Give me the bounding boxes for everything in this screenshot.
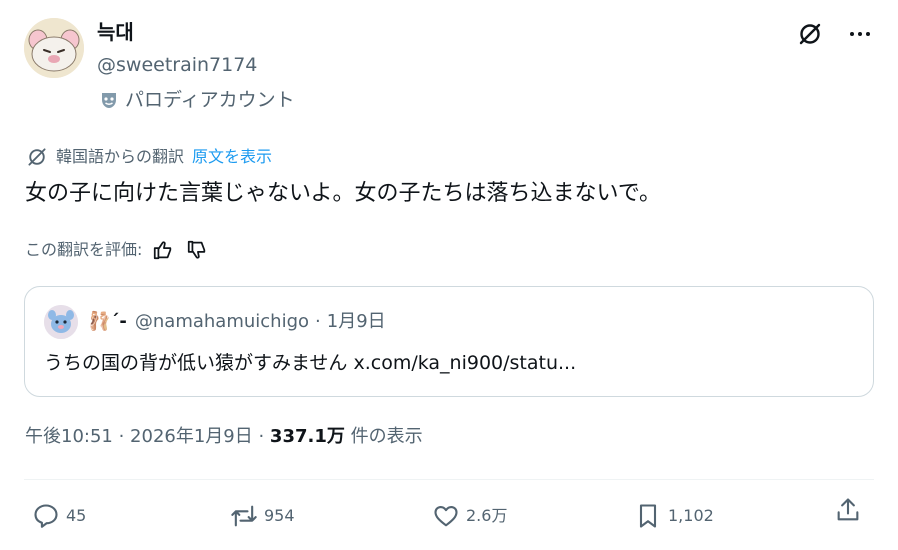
bookmark-button[interactable]: 1,102 (634, 496, 714, 536)
quoted-tweet-text: うちの国の背が低い猿がすみません x.com/ka_ni900/statu... (44, 352, 577, 374)
thumbs-down-icon[interactable] (184, 237, 210, 263)
rate-translation: この翻訳を評価: (25, 237, 210, 263)
bookmark-icon (639, 504, 657, 528)
heart-icon (434, 505, 458, 527)
reply-icon (34, 504, 58, 528)
quoted-separator: · (315, 311, 321, 332)
retweet-button[interactable]: 954 (230, 496, 295, 536)
grok-icon[interactable] (796, 20, 824, 48)
grok-translate-icon (28, 148, 46, 166)
translation-source: 韓国語からの翻訳 (56, 147, 185, 166)
view-label: 件の表示 (344, 426, 423, 447)
retweet-icon (231, 505, 257, 527)
view-count: 337.1万 (269, 426, 345, 447)
share-button[interactable] (834, 496, 862, 524)
like-button[interactable]: 2.6万 (432, 496, 507, 536)
tweet-text: 女の子に向けた言葉じゃないよ。女の子たちは落ち込まないで。 (25, 181, 662, 206)
show-original-link[interactable]: 原文を表示 (192, 146, 272, 168)
quoted-author-name: 🩰´- (88, 311, 127, 332)
parody-badge: パロディアカウント (99, 87, 295, 113)
divider (24, 479, 874, 480)
thumbs-up-icon[interactable] (150, 237, 176, 263)
like-count: 2.6万 (466, 506, 508, 525)
header-actions (796, 20, 874, 48)
translation-notice: 韓国語からの翻訳 原文を表示 (26, 146, 272, 168)
quoted-date: 1月9日 (326, 311, 386, 332)
reply-button[interactable]: 45 (32, 496, 86, 536)
avatar-plush-icon (44, 305, 78, 339)
rate-label: この翻訳を評価: (25, 240, 143, 259)
mask-icon (102, 93, 116, 108)
tweet-meta: 午後10:51 · 2026年1月9日 · 337.1万 件の表示 (25, 424, 423, 450)
quoted-author-handle: @namahamuichigo (134, 311, 310, 332)
quoted-author-avatar (44, 305, 78, 339)
retweet-count: 954 (264, 506, 295, 525)
more-options-icon[interactable] (846, 20, 874, 48)
share-icon (837, 498, 859, 521)
action-bar: 45 954 2.6万 1,102 (24, 496, 874, 536)
parody-label: パロディアカウント (125, 89, 295, 111)
quoted-tweet[interactable]: 🩰´- @namahamuichigo · 1月9日 うちの国の背が低い猿がすみ… (24, 286, 874, 397)
author-name[interactable]: 늑대 (97, 19, 134, 45)
avatar-mouse-icon (24, 18, 84, 78)
quoted-tweet-header: 🩰´- @namahamuichigo · 1月9日 (44, 305, 386, 339)
bookmark-count: 1,102 (668, 506, 714, 525)
author-handle[interactable]: @sweetrain7174 (97, 52, 257, 78)
author-avatar[interactable] (24, 18, 84, 78)
reply-count: 45 (66, 506, 87, 525)
tweet-timestamp[interactable]: 午後10:51 · 2026年1月9日 · (25, 426, 270, 447)
